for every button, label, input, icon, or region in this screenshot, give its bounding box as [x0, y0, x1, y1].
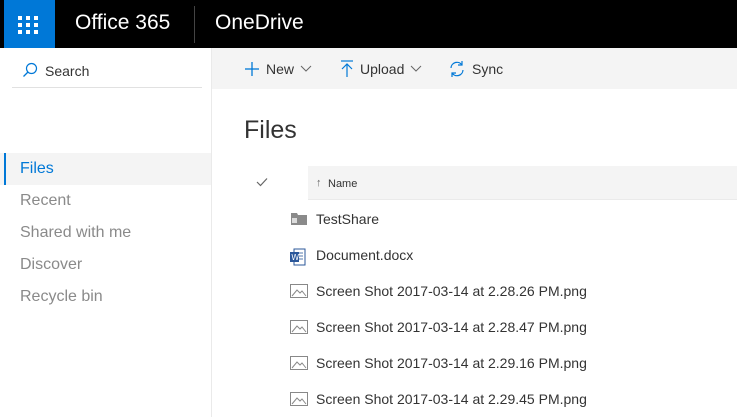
onedrive-app-link[interactable]: OneDrive [215, 11, 304, 35]
word-doc-icon: W [290, 248, 306, 266]
suite-bar: Office 365 OneDrive [0, 0, 737, 48]
search-label: Search [45, 63, 90, 79]
upload-button[interactable]: Upload [340, 48, 422, 89]
app-launcher-icon[interactable] [4, 0, 55, 48]
left-navigation: Search Files Recent Shared with me Disco… [0, 48, 212, 417]
nav-item-files[interactable]: Files [0, 153, 211, 185]
image-file-icon [290, 284, 308, 298]
nav-item-discover[interactable]: Discover [0, 249, 211, 281]
file-name[interactable]: Screen Shot 2017-03-14 at 2.29.45 PM.png [316, 391, 587, 407]
sync-button-label: Sync [472, 60, 504, 77]
search-icon [23, 62, 38, 77]
sort-ascending-icon: ↑ [316, 177, 322, 189]
upload-icon [341, 59, 353, 77]
file-row[interactable]: Screen Shot 2017-03-14 at 2.28.47 PM.png [244, 309, 737, 345]
name-column-header[interactable]: ↑ Name [308, 166, 737, 200]
upload-button-label: Upload [360, 60, 405, 77]
office-365-brand-link[interactable]: Office 365 [75, 11, 170, 35]
file-list: TestShare W Document.docx Screen Shot 20… [244, 201, 737, 417]
image-file-icon [290, 356, 308, 370]
file-row[interactable]: Screen Shot 2017-03-14 at 2.29.16 PM.png [244, 345, 737, 381]
select-all-checkbox[interactable] [244, 166, 308, 200]
name-column-label: Name [328, 178, 358, 190]
nav-item-shared-with-me[interactable]: Shared with me [0, 217, 211, 249]
image-file-icon [290, 320, 308, 334]
folder-shared-icon [291, 213, 307, 225]
nav-list: Files Recent Shared with me Discover Rec… [0, 153, 211, 313]
list-header: ↑ Name [244, 166, 737, 200]
nav-item-recent[interactable]: Recent [0, 185, 211, 217]
sync-icon [450, 60, 464, 77]
file-name[interactable]: Screen Shot 2017-03-14 at 2.29.16 PM.png [316, 355, 587, 371]
file-name[interactable]: Document.docx [316, 247, 413, 263]
new-button[interactable]: New [244, 48, 312, 89]
file-name[interactable]: Screen Shot 2017-03-14 at 2.28.26 PM.png [316, 283, 587, 299]
file-row[interactable]: TestShare [244, 201, 737, 237]
nav-item-recycle-bin[interactable]: Recycle bin [0, 281, 211, 313]
image-file-icon [290, 392, 308, 406]
checkmark-icon [256, 178, 268, 187]
suite-bar-divider [194, 6, 195, 43]
file-name[interactable]: Screen Shot 2017-03-14 at 2.28.47 PM.png [316, 319, 587, 335]
chevron-down-icon [300, 65, 312, 72]
sync-button[interactable]: Sync [448, 48, 503, 89]
file-row[interactable]: Screen Shot 2017-03-14 at 2.28.26 PM.png [244, 273, 737, 309]
new-button-label: New [266, 60, 295, 77]
page-title: Files [244, 116, 297, 144]
chevron-down-icon [411, 65, 422, 72]
file-row[interactable]: Screen Shot 2017-03-14 at 2.29.45 PM.png [244, 381, 737, 417]
command-bar: New Upload Sync [212, 48, 737, 89]
svg-text:W: W [291, 253, 299, 262]
plus-icon [245, 61, 259, 76]
file-name[interactable]: TestShare [316, 211, 379, 227]
file-row[interactable]: W Document.docx [244, 237, 737, 273]
search-box[interactable]: Search [12, 54, 202, 88]
